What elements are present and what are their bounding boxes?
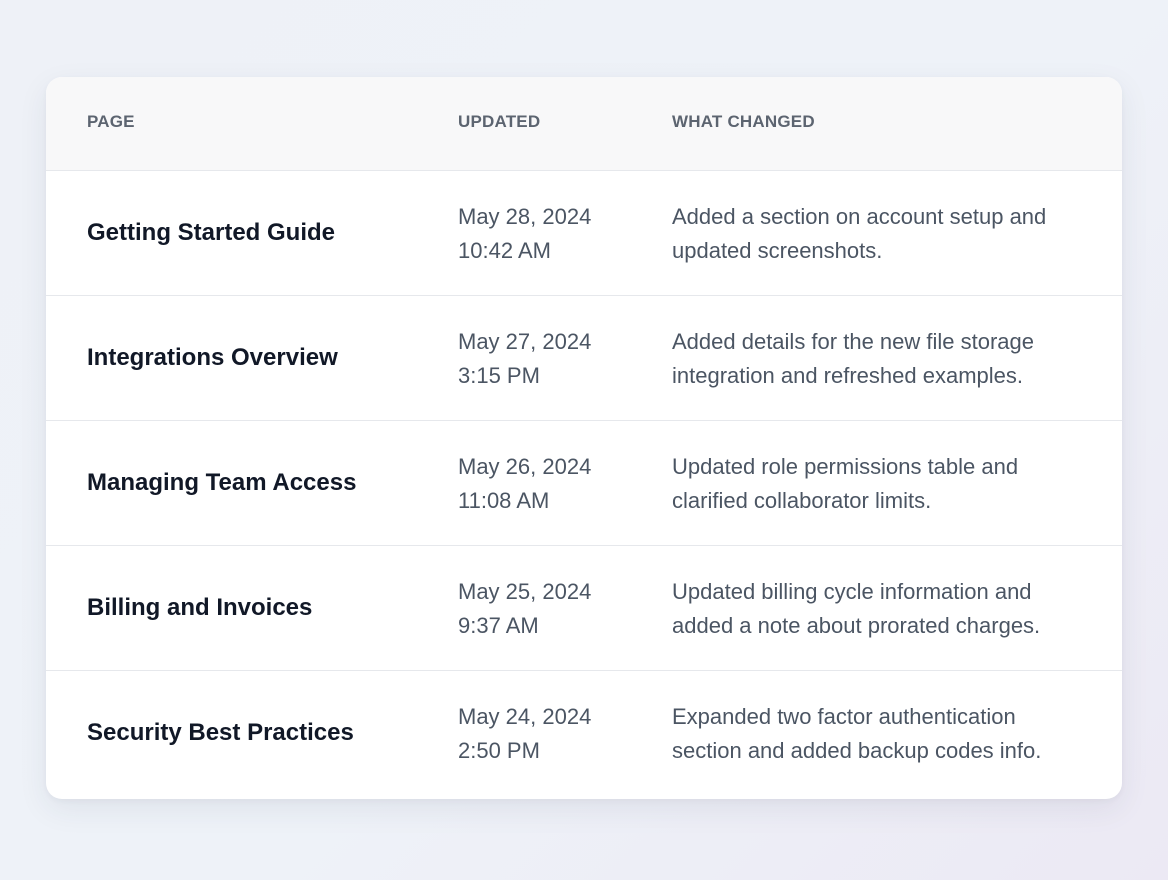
change-description: Added details for the new file storage i… [672,325,1092,393]
updated-timestamp: May 26, 2024 11:08 AM [458,450,591,518]
change-description: Updated billing cycle information and ad… [672,575,1092,643]
updated-date: May 26, 2024 [458,454,592,479]
updated-timestamp: May 27, 2024 3:15 PM [458,325,591,393]
table-row[interactable]: Security Best Practices May 24, 2024 2:5… [46,671,1122,795]
page-title-link[interactable]: Integrations Overview [87,296,338,420]
table-header: PAGE UPDATED WHAT CHANGED [46,77,1122,171]
updated-timestamp: May 24, 2024 2:50 PM [458,700,591,768]
table-row[interactable]: Billing and Invoices May 25, 2024 9:37 A… [46,546,1122,671]
column-header-page[interactable]: PAGE [87,112,135,132]
updated-timestamp: May 25, 2024 9:37 AM [458,575,591,643]
change-description: Updated role permissions table and clari… [672,450,1092,518]
table-row[interactable]: Getting Started Guide May 28, 2024 10:42… [46,171,1122,296]
change-text-line: updated screenshots. [672,238,883,263]
change-text-line: Expanded two factor authentication [672,704,1016,729]
change-text-line: Updated role permissions table and [672,454,1019,479]
updated-date: May 28, 2024 [458,204,592,229]
updated-time: 10:42 AM [458,238,551,263]
page-title-link[interactable]: Security Best Practices [87,671,354,795]
updated-timestamp: May 28, 2024 10:42 AM [458,200,591,268]
change-text-line: integration and refreshed examples. [672,363,1023,388]
updated-date: May 24, 2024 [458,704,592,729]
page-title-link[interactable]: Billing and Invoices [87,546,312,670]
change-text-line: Added a section on account setup and [672,204,1047,229]
page-title-link[interactable]: Managing Team Access [87,421,356,545]
change-log-table: PAGE UPDATED WHAT CHANGED Getting Starte… [46,77,1122,799]
table-row[interactable]: Integrations Overview May 27, 2024 3:15 … [46,296,1122,421]
change-text-line: Added details for the new file storage [672,329,1035,354]
change-description: Added a section on account setup and upd… [672,200,1092,268]
change-description: Expanded two factor authentication secti… [672,700,1092,768]
table-row[interactable]: Managing Team Access May 26, 2024 11:08 … [46,421,1122,546]
change-text-line: section and added backup codes info. [672,738,1042,763]
page-title-link[interactable]: Getting Started Guide [87,171,335,295]
change-text-line: added a note about prorated charges. [672,613,1041,638]
updated-time: 11:08 AM [458,488,550,513]
change-text-line: Updated billing cycle information and [672,579,1032,604]
change-text-line: clarified collaborator limits. [672,488,932,513]
updated-time: 9:37 AM [458,613,539,638]
updated-time: 3:15 PM [458,363,540,388]
updated-date: May 27, 2024 [458,329,592,354]
updated-time: 2:50 PM [458,738,540,763]
updated-date: May 25, 2024 [458,579,592,604]
column-header-updated[interactable]: UPDATED [458,112,540,132]
column-header-what-changed[interactable]: WHAT CHANGED [672,112,815,132]
